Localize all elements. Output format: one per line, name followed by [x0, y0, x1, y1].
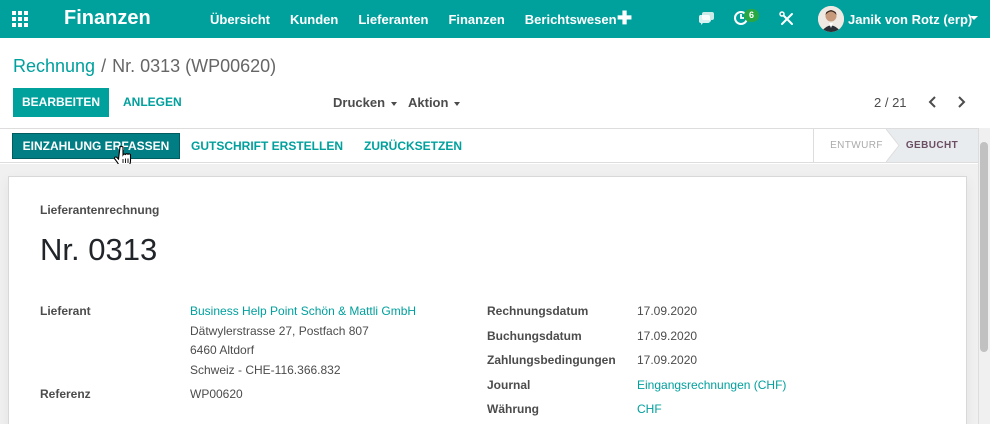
add-credit-note-button[interactable]: GUTSCHRIFT ERSTELLEN [191, 133, 343, 159]
print-dropdown-label: Drucken [333, 95, 386, 110]
accounting-date-value: 17.09.2020 [637, 329, 698, 343]
breadcrumb-parent-link[interactable]: Rechnung [13, 56, 95, 76]
vendor-label: Lieferant [40, 304, 91, 318]
apps-icon[interactable] [12, 11, 29, 27]
accounting-date-label: Buchungsdatum [487, 329, 582, 343]
invoice-date-label: Rechnungsdatum [487, 304, 589, 318]
breadcrumb-separator: / [101, 56, 107, 76]
action-dropdown-label: Aktion [408, 95, 449, 110]
currency-link[interactable]: CHF [637, 402, 662, 416]
invoice-date-value: 17.09.2020 [637, 304, 698, 318]
reset-to-draft-button[interactable]: ZURÜCKSETZEN [364, 133, 462, 159]
journal-link[interactable]: Eingangsrechnungen (CHF) [637, 378, 786, 392]
menu-item-customers[interactable]: Kunden [290, 12, 338, 27]
vendor-address-line: 6460 Altdorf [190, 343, 255, 357]
scrollbar-thumb[interactable] [980, 142, 988, 352]
top-navbar: Finanzen Übersicht Kunden Lieferanten Fi… [0, 0, 990, 38]
vendor-address-line: Dätwylerstrasse 27, Postfach 807 [190, 324, 369, 338]
reference-value: WP00620 [190, 387, 243, 401]
breadcrumb: Rechnung / Nr. 0313 (WP00620) [13, 56, 276, 77]
activity-count-badge: 6 [744, 9, 759, 22]
payment-terms-value: 17.09.2020 [637, 353, 698, 367]
app-title[interactable]: Finanzen [64, 7, 151, 30]
menu-item-finance[interactable]: Finanzen [448, 12, 504, 27]
document-type: Lieferantenrechnung [40, 203, 160, 217]
stage-arrow [886, 129, 900, 162]
caret-down-icon [391, 101, 398, 106]
journal-label: Journal [487, 378, 531, 392]
status-bar: EINZAHLUNG ERFASSEN GUTSCHRIFT ERSTELLEN… [0, 128, 978, 163]
action-dropdown[interactable]: Aktion [408, 95, 461, 110]
menu-item-overview[interactable]: Übersicht [210, 12, 270, 27]
user-menu[interactable]: Janik von Rotz (erp) [848, 12, 972, 27]
avatar[interactable] [818, 6, 844, 32]
debug-tools-icon[interactable] [779, 11, 795, 27]
register-payment-button[interactable]: EINZAHLUNG ERFASSEN [12, 133, 180, 159]
edit-button[interactable]: BEARBEITEN [13, 88, 109, 117]
chevron-down-icon[interactable] [970, 16, 978, 20]
menu-item-vendors[interactable]: Lieferanten [358, 12, 428, 27]
vendor-address-line: Schweiz - CHE-116.366.832 [190, 363, 341, 377]
pager-value[interactable]: 2 / 21 [874, 95, 907, 110]
plus-icon[interactable]: ✚ [617, 8, 632, 29]
document-number: Nr. 0313 [40, 232, 158, 267]
payment-terms-label: Zahlungsbedingungen [487, 353, 616, 367]
currency-label: Währung [487, 402, 539, 416]
create-button[interactable]: ANLEGEN [123, 88, 182, 117]
chevron-left-icon[interactable] [926, 94, 940, 110]
chevron-right-icon[interactable] [954, 94, 968, 110]
vendor-link[interactable]: Business Help Point Schön & Mattli GmbH [190, 304, 416, 318]
main-menu: Übersicht Kunden Lieferanten Finanzen Be… [210, 12, 637, 27]
reference-label: Referenz [40, 387, 91, 401]
breadcrumb-current: Nr. 0313 (WP00620) [112, 56, 277, 76]
caret-down-icon [454, 101, 461, 106]
menu-item-reporting[interactable]: Berichtswesen [525, 12, 617, 27]
chat-icon[interactable] [698, 10, 715, 26]
print-dropdown[interactable]: Drucken [333, 95, 398, 110]
